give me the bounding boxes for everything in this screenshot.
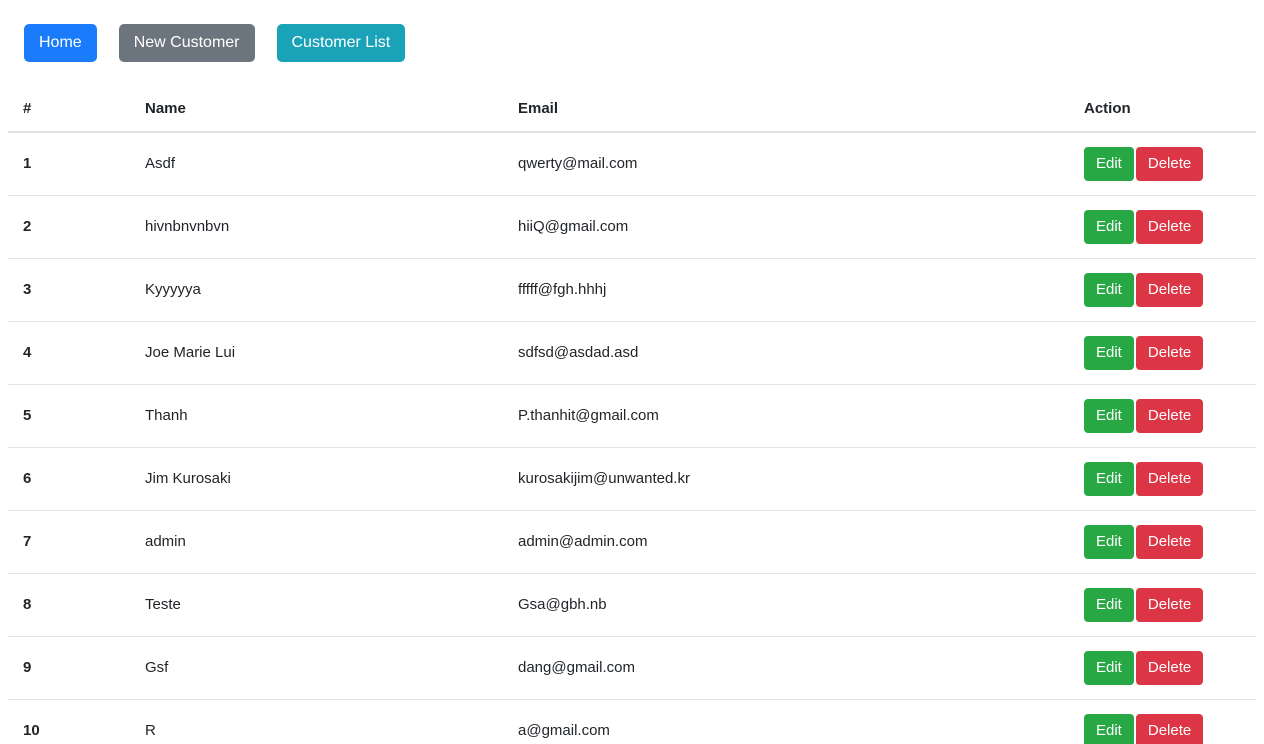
cell-customer-email: a@gmail.com — [503, 698, 1069, 744]
cell-customer-email: P.thanhit@gmail.com — [503, 383, 1069, 447]
cell-row-number: 3 — [8, 257, 130, 321]
edit-button[interactable]: Edit — [1084, 713, 1134, 744]
edit-button[interactable]: Edit — [1084, 146, 1134, 181]
cell-customer-email: admin@admin.com — [503, 509, 1069, 573]
cell-row-number: 9 — [8, 635, 130, 699]
delete-button[interactable]: Delete — [1135, 650, 1204, 685]
cell-actions: Edit Delete — [1069, 194, 1256, 258]
delete-button[interactable]: Delete — [1135, 461, 1204, 496]
cell-row-number: 7 — [8, 509, 130, 573]
edit-button[interactable]: Edit — [1084, 650, 1134, 685]
cell-customer-name: admin — [130, 509, 503, 573]
table-row: 3 Kyyyyya fffff@fgh.hhhj Edit Delete — [8, 257, 1256, 321]
cell-actions: Edit Delete — [1069, 257, 1256, 321]
cell-row-number: 6 — [8, 446, 130, 510]
cell-actions: Edit Delete — [1069, 698, 1256, 744]
edit-button[interactable]: Edit — [1084, 461, 1134, 496]
action-button-group: Edit Delete — [1084, 335, 1204, 370]
delete-button[interactable]: Delete — [1135, 272, 1204, 307]
column-header-number: # — [8, 88, 130, 133]
delete-button[interactable]: Delete — [1135, 713, 1204, 744]
edit-button[interactable]: Edit — [1084, 272, 1134, 307]
customer-list-page: Home New Customer Customer List # Name Ema… — [0, 0, 1264, 744]
cell-customer-name: hivnbnvnbvn — [130, 194, 503, 258]
cell-customer-name: Jim Kurosaki — [130, 446, 503, 510]
table-row: 6 Jim Kurosaki kurosakijim@unwanted.kr Edit… — [8, 446, 1256, 510]
cell-row-number: 2 — [8, 194, 130, 258]
edit-button[interactable]: Edit — [1084, 587, 1134, 622]
action-button-group: Edit Delete — [1084, 650, 1204, 685]
action-button-group: Edit Delete — [1084, 146, 1204, 181]
action-button-group: Edit Delete — [1084, 209, 1204, 244]
cell-actions: Edit Delete — [1069, 383, 1256, 447]
table-row: 2 hivnbnvnbvn hiiQ@gmail.com Edit Delete — [8, 194, 1256, 258]
customer-table-body: 1 Asdf qwerty@mail.com Edit Delete 2 hivnbnvnb… — [8, 132, 1256, 744]
table-header-row: # Name Email Action — [8, 88, 1256, 133]
table-row: 7 admin admin@admin.com Edit Delete — [8, 509, 1256, 573]
delete-button[interactable]: Delete — [1135, 209, 1204, 244]
delete-button[interactable]: Delete — [1135, 398, 1204, 433]
action-button-group: Edit Delete — [1084, 461, 1204, 496]
cell-row-number: 4 — [8, 320, 130, 384]
nav-home-button[interactable]: Home — [24, 24, 97, 62]
edit-button[interactable]: Edit — [1084, 209, 1134, 244]
delete-button[interactable]: Delete — [1135, 146, 1204, 181]
cell-customer-email: Gsa@gbh.nb — [503, 572, 1069, 636]
cell-row-number: 5 — [8, 383, 130, 447]
customer-table: # Name Email Action 1 Asdf qwerty@mail.com… — [8, 88, 1256, 744]
cell-actions: Edit Delete — [1069, 509, 1256, 573]
cell-row-number: 1 — [23, 155, 32, 173]
edit-button[interactable]: Edit — [1084, 335, 1134, 370]
cell-customer-email: kurosakijim@unwanted.kr — [503, 446, 1069, 510]
nav-new-customer-button[interactable]: New Customer — [118, 24, 255, 62]
cell-customer-name: Kyyyyya — [130, 257, 503, 321]
customer-table-container: # Name Email Action 1 Asdf qwerty@mail.com… — [8, 88, 1256, 744]
nav-customer-list-button[interactable]: Customer List — [276, 24, 406, 62]
table-row: 1 Asdf qwerty@mail.com Edit Delete — [8, 132, 1256, 195]
action-button-group: Edit Delete — [1084, 587, 1204, 622]
edit-button[interactable]: Edit — [1084, 398, 1134, 433]
action-button-group: Edit Delete — [1084, 398, 1204, 433]
cell-customer-name: Asdf — [145, 155, 176, 173]
cell-actions: Edit Delete — [1069, 320, 1256, 384]
cell-actions: Edit Delete — [1069, 132, 1256, 195]
table-row: 9 Gsf dang@gmail.com Edit Delete — [8, 635, 1256, 699]
action-button-group: Edit Delete — [1084, 524, 1204, 559]
cell-customer-email: fffff@fgh.hhhj — [503, 257, 1069, 321]
cell-customer-name: R — [130, 698, 503, 744]
table-row: 4 Joe Marie Lui sdfsd@asdad.asd Edit Delete — [8, 320, 1256, 384]
cell-customer-name: Thanh — [130, 383, 503, 447]
cell-customer-name: Gsf — [130, 635, 503, 699]
table-row: 5 Thanh P.thanhit@gmail.com Edit Delete — [8, 383, 1256, 447]
top-navigation-bar: Home New Customer Customer List — [0, 0, 1264, 80]
cell-actions: Edit Delete — [1069, 446, 1256, 510]
cell-customer-email: hiiQ@gmail.com — [503, 194, 1069, 258]
table-row: 10 Ra@gmail.com Edit Delete — [8, 698, 1256, 744]
column-header-action: Action — [1069, 88, 1256, 133]
edit-button[interactable]: Edit — [1084, 524, 1134, 559]
customer-table-header: # Name Email Action — [8, 88, 1256, 133]
action-button-group: Edit Delete — [1084, 713, 1204, 744]
cell-customer-email: qwerty@mail.com — [518, 155, 638, 173]
action-button-group: Edit Delete — [1084, 272, 1204, 307]
cell-actions: Edit Delete — [1069, 635, 1256, 699]
delete-button[interactable]: Delete — [1135, 524, 1204, 559]
delete-button[interactable]: Delete — [1135, 587, 1204, 622]
cell-customer-name: Joe Marie Lui — [130, 320, 503, 384]
column-header-email: Email — [503, 88, 1069, 133]
cell-actions: Edit Delete — [1069, 572, 1256, 636]
cell-row-number: 8 — [8, 572, 130, 636]
cell-customer-email: dang@gmail.com — [503, 635, 1069, 699]
cell-customer-name: Teste — [130, 572, 503, 636]
cell-row-number: 10 — [8, 698, 130, 744]
delete-button[interactable]: Delete — [1135, 335, 1204, 370]
cell-customer-email: sdfsd@asdad.asd — [503, 320, 1069, 384]
table-row: 8 Teste Gsa@gbh.nb Edit Delete — [8, 572, 1256, 636]
column-header-name: Name — [130, 88, 503, 133]
